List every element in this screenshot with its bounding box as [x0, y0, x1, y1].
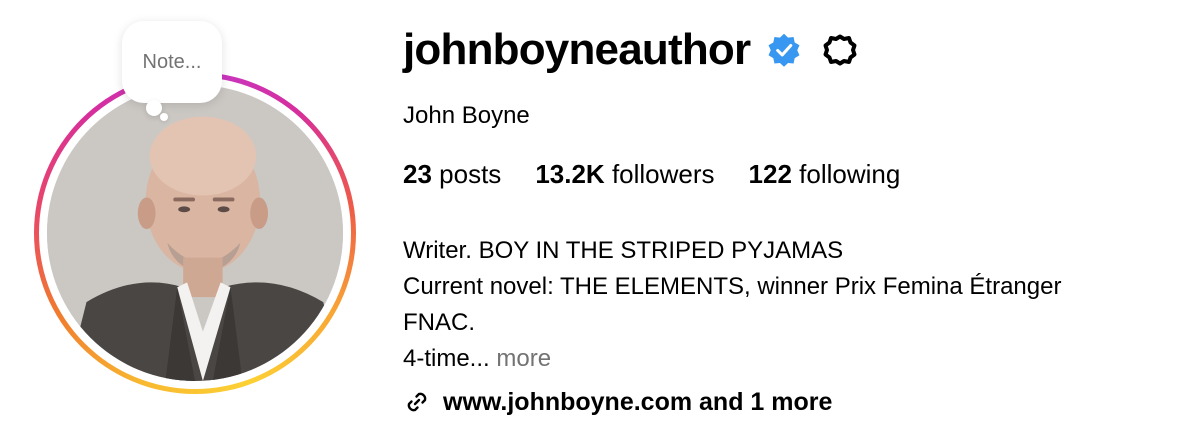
following-label: following [799, 159, 901, 189]
verified-badge-icon [766, 32, 802, 68]
bio-line: Writer. BOY IN THE STRIPED PYJAMAS [403, 237, 844, 264]
posts-stat[interactable]: 23 posts [403, 158, 501, 190]
followers-label: followers [611, 159, 715, 189]
note-bubble-tail-small [160, 113, 168, 121]
bio-line: Current novel: THE ELEMENTS, winner Prix… [403, 273, 1062, 300]
following-stat[interactable]: 122 following [749, 158, 901, 190]
followers-count: 13.2K [535, 159, 605, 189]
external-link-text: www.johnboyne.com and 1 more [443, 388, 833, 416]
bio: Writer. BOY IN THE STRIPED PYJAMAS Curre… [403, 233, 1061, 377]
posts-label: posts [439, 159, 502, 189]
external-link[interactable]: www.johnboyne.com and 1 more [403, 386, 832, 418]
options-gear-icon[interactable] [818, 28, 862, 72]
profile-header: johnboyneauthor [403, 24, 862, 76]
profile-stats: 23 posts 13.2K followers 122 following [403, 158, 934, 190]
note-placeholder: Note... [142, 50, 202, 73]
followers-stat[interactable]: 13.2K followers [535, 158, 714, 190]
profile-avatar[interactable] [34, 72, 356, 394]
posts-count: 23 [403, 159, 432, 189]
profile-photo [47, 85, 343, 381]
bio-line-truncated: 4-time... more [403, 341, 1061, 377]
note-bubble-tail [146, 100, 162, 116]
bio-more-link[interactable]: more [496, 345, 551, 372]
following-count: 122 [748, 159, 792, 189]
bio-line: 4-time... [403, 345, 490, 372]
link-icon [403, 388, 431, 416]
full-name: John Boyne [403, 102, 530, 129]
bio-line: FNAC. [403, 309, 475, 336]
note-bubble[interactable]: Note... [122, 21, 222, 103]
username: johnboyneauthor [403, 25, 751, 74]
